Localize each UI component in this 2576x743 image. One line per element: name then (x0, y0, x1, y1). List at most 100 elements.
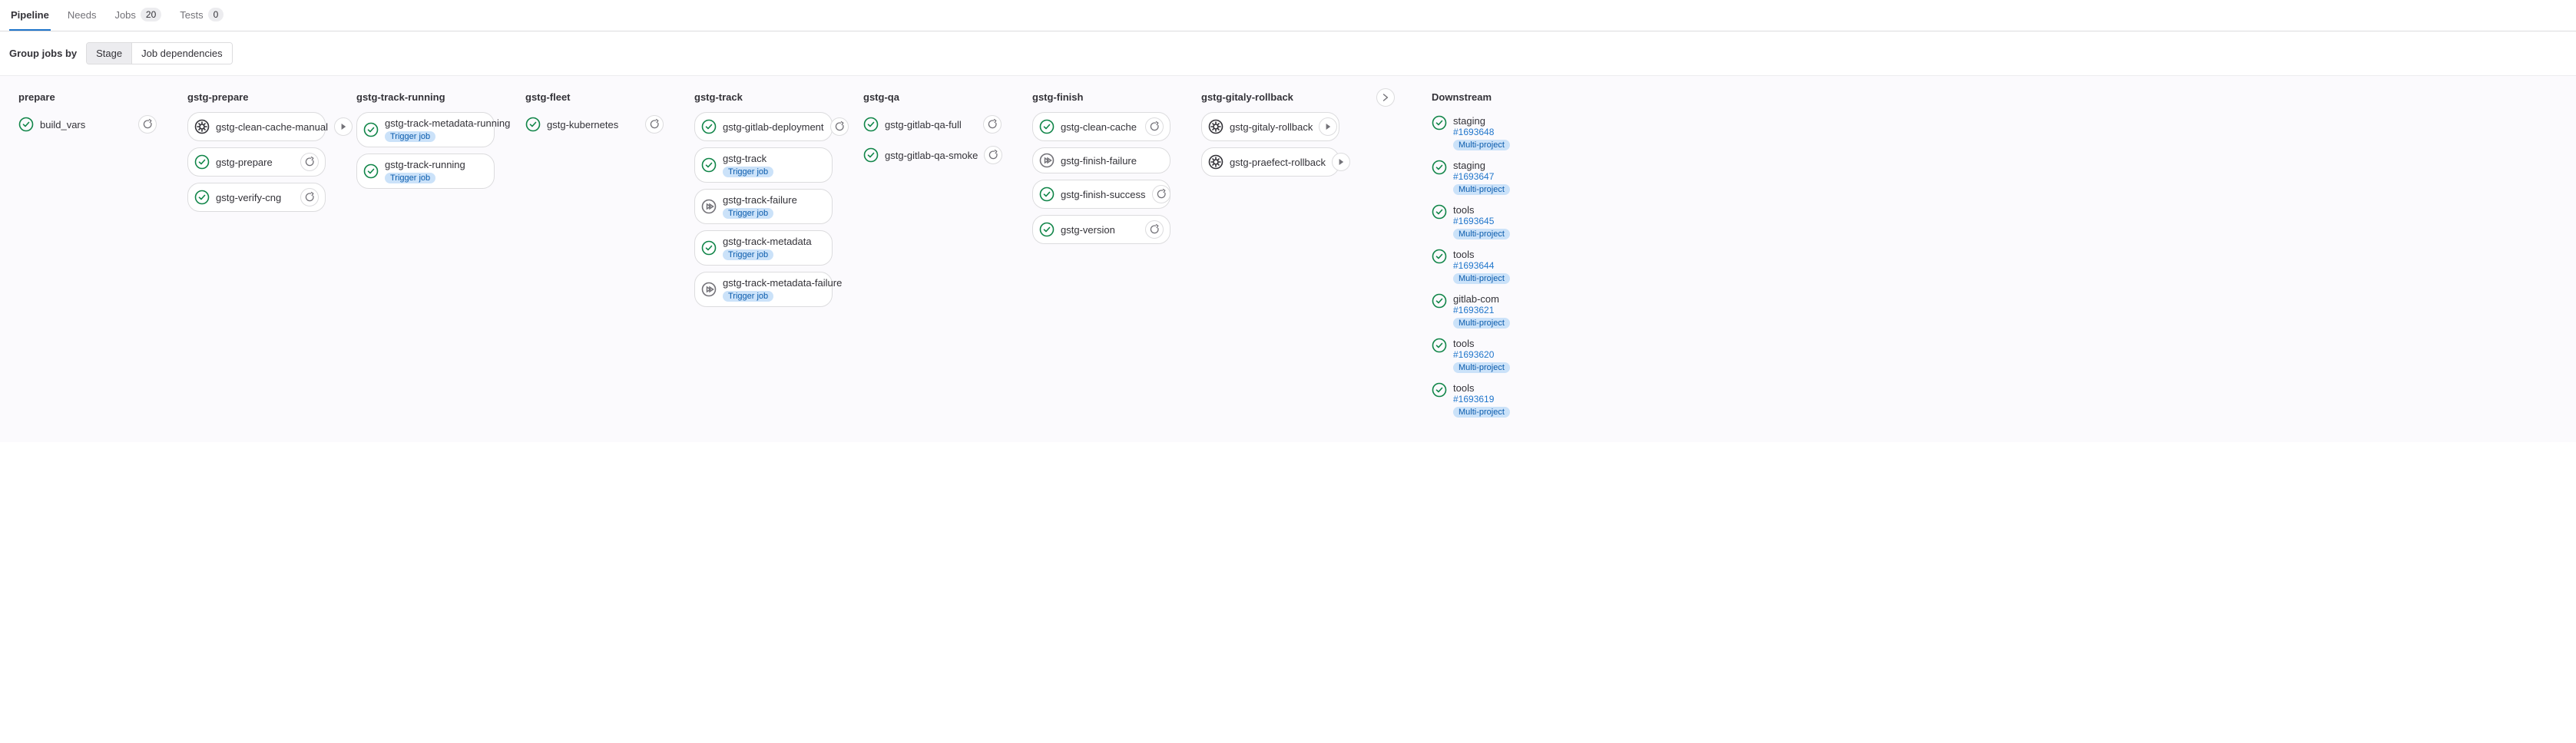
status-passed-icon (363, 163, 379, 179)
downstream-id[interactable]: #1693644 (1453, 260, 1510, 271)
multi-project-badge: Multi-project (1453, 184, 1510, 195)
job-pill[interactable]: gstg-track-metadata-runningTrigger job (356, 112, 495, 147)
stage-column: gstg-finishgstg-clean-cachegstg-finish-f… (1032, 88, 1170, 250)
status-passed-icon (18, 117, 34, 132)
job-pill[interactable]: gstg-track-metadataTrigger job (694, 230, 833, 266)
job-pill[interactable]: gstg-clean-cache (1032, 112, 1170, 141)
job-pill[interactable]: gstg-track-metadata-failureTrigger job (694, 272, 833, 307)
job-label: gstg-verify-cng (216, 192, 294, 203)
tab-label: Tests (180, 9, 203, 21)
job-pill[interactable]: gstg-kubernetes (525, 112, 664, 137)
downstream-id[interactable]: #1693645 (1453, 216, 1510, 226)
status-passed-icon (363, 122, 379, 137)
downstream-id[interactable]: #1693621 (1453, 305, 1510, 315)
stage-column: gstg-track-runninggstg-track-metadata-ru… (356, 88, 495, 195)
trigger-badge: Trigger job (385, 173, 435, 183)
trigger-badge: Trigger job (723, 208, 773, 219)
tab-label: Pipeline (11, 9, 49, 21)
pipeline-tabs: Pipeline Needs Jobs20 Tests0 (0, 0, 2576, 31)
status-passed-icon (1432, 160, 1447, 175)
group-by-stage-button[interactable]: Stage (87, 43, 131, 64)
job-pill[interactable]: gstg-gitlab-deployment (694, 112, 833, 141)
stage-column: gstg-qagstg-gitlab-qa-full gstg-gitlab-qa… (863, 88, 1002, 173)
job-label: gstg-track-metadataTrigger job (723, 236, 826, 260)
job-label: gstg-kubernetes (547, 119, 639, 130)
downstream-name: staging (1453, 160, 1510, 171)
retry-icon[interactable] (1152, 185, 1170, 203)
status-passed-icon (1432, 382, 1447, 398)
downstream-item[interactable]: tools #1693619 Multi-project (1432, 379, 1570, 424)
job-pill[interactable]: gstg-track-runningTrigger job (356, 154, 495, 189)
expand-stage-icon[interactable] (1376, 88, 1395, 107)
job-pill[interactable]: gstg-version (1032, 215, 1170, 244)
stage-column: preparebuild_vars (18, 88, 157, 143)
stage-column: gstg-prepare gstg-clean-cache-manual gstg-… (187, 88, 326, 218)
job-pill[interactable]: gstg-finish-failure (1032, 147, 1170, 173)
play-icon[interactable] (1332, 153, 1350, 171)
job-pill[interactable]: gstg-prepare (187, 147, 326, 177)
tab-jobs[interactable]: Jobs20 (113, 0, 163, 31)
tab-pipeline[interactable]: Pipeline (9, 2, 51, 30)
job-label: gstg-clean-cache (1061, 121, 1139, 133)
job-label: gstg-prepare (216, 157, 294, 168)
job-label: gstg-track-metadata-runningTrigger job (385, 117, 510, 142)
downstream-item[interactable]: staging #1693647 Multi-project (1432, 157, 1570, 201)
retry-icon[interactable] (1145, 220, 1164, 239)
downstream-id[interactable]: #1693647 (1453, 171, 1510, 182)
stage-title: gstg-fleet (525, 88, 664, 112)
job-pill[interactable]: gstg-track-failureTrigger job (694, 189, 833, 224)
job-label: gstg-track-metadata-failureTrigger job (723, 277, 842, 302)
job-label: gstg-praefect-rollback (1230, 157, 1326, 168)
play-icon[interactable] (334, 117, 353, 136)
tab-needs[interactable]: Needs (66, 2, 98, 30)
stage-title: gstg-prepare (187, 88, 326, 112)
group-by-deps-button[interactable]: Job dependencies (131, 43, 232, 64)
downstream-item[interactable]: tools #1693644 Multi-project (1432, 246, 1570, 290)
downstream-id[interactable]: #1693648 (1453, 127, 1510, 137)
downstream-id[interactable]: #1693619 (1453, 394, 1510, 405)
multi-project-badge: Multi-project (1453, 229, 1510, 239)
stage-title: gstg-track (694, 88, 833, 112)
downstream-name: tools (1453, 338, 1510, 349)
retry-icon[interactable] (983, 115, 1002, 134)
multi-project-badge: Multi-project (1453, 318, 1510, 329)
downstream-item[interactable]: tools #1693645 Multi-project (1432, 201, 1570, 246)
job-pill[interactable]: gstg-trackTrigger job (694, 147, 833, 183)
status-passed-icon (194, 190, 210, 205)
downstream-name: staging (1453, 115, 1510, 127)
job-pill[interactable]: gstg-verify-cng (187, 183, 326, 212)
downstream-name: tools (1453, 204, 1510, 216)
job-pill[interactable]: gstg-clean-cache-manual (187, 112, 326, 141)
downstream-item[interactable]: tools #1693620 Multi-project (1432, 335, 1570, 379)
retry-icon[interactable] (984, 146, 1002, 164)
multi-project-badge: Multi-project (1453, 407, 1510, 418)
retry-icon[interactable] (645, 115, 664, 134)
downstream-item[interactable]: staging #1693648 Multi-project (1432, 112, 1570, 157)
job-pill[interactable]: build_vars (18, 112, 157, 137)
status-passed-icon (1432, 293, 1447, 309)
status-passed-icon (863, 117, 879, 132)
job-pill[interactable]: gstg-gitlab-qa-full (863, 112, 1002, 137)
job-pill[interactable]: gstg-praefect-rollback (1201, 147, 1339, 177)
group-by-label: Group jobs by (9, 48, 77, 59)
status-passed-icon (1039, 187, 1055, 202)
job-pill[interactable]: gstg-gitaly-rollback (1201, 112, 1339, 141)
tab-tests[interactable]: Tests0 (178, 0, 225, 31)
downstream-id[interactable]: #1693620 (1453, 349, 1510, 360)
job-pill[interactable]: gstg-gitlab-qa-smoke (863, 143, 1002, 167)
trigger-badge: Trigger job (723, 167, 773, 177)
pipeline-graph: preparebuild_vars gstg-prepare gstg-clean-… (0, 75, 2576, 442)
retry-icon[interactable] (138, 115, 157, 134)
retry-icon[interactable] (300, 153, 319, 171)
retry-icon[interactable] (1145, 117, 1164, 136)
retry-icon[interactable] (830, 117, 849, 136)
job-label: gstg-clean-cache-manual (216, 121, 328, 133)
downstream-item[interactable]: gitlab-com #1693621 Multi-project (1432, 290, 1570, 335)
downstream-name: tools (1453, 249, 1510, 260)
status-passed-icon (701, 240, 717, 256)
retry-icon[interactable] (300, 188, 319, 206)
stage-title: gstg-qa (863, 88, 1002, 112)
job-pill[interactable]: gstg-finish-success (1032, 180, 1170, 209)
play-icon[interactable] (1319, 117, 1337, 136)
trigger-badge: Trigger job (723, 249, 773, 260)
